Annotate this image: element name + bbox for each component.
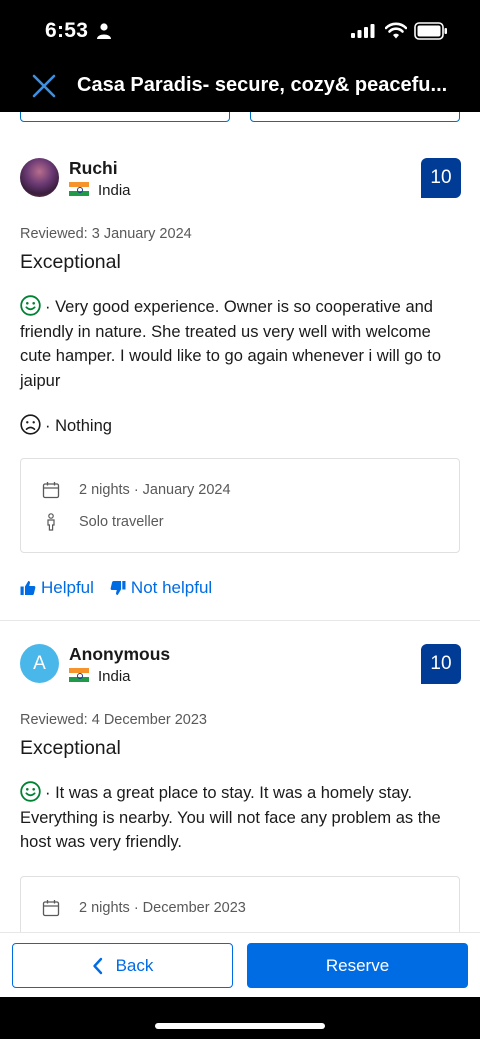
positive-comment-text: · Very good experience. Owner is so coop… [20, 298, 441, 390]
not-helpful-button[interactable]: Not helpful [110, 578, 212, 598]
stay-duration-text: 2 nights · December 2023 [79, 900, 246, 916]
positive-comment-text: · It was a great place to stay. It was a… [20, 784, 441, 851]
home-indicator[interactable] [155, 1023, 325, 1029]
india-flag-icon [69, 182, 89, 197]
traveller-type: Solo traveller [41, 512, 164, 532]
status-time: 6:53 [45, 19, 89, 42]
avatar: A [20, 644, 59, 683]
battery-icon [414, 22, 447, 40]
bottom-action-bar: Back Reserve [0, 932, 480, 997]
page-title: Casa Paradis- secure, cozy& peacefu... [77, 74, 448, 96]
stay-info-box: 2 nights · December 2023 [20, 876, 460, 932]
chevron-left-icon [92, 957, 102, 974]
previous-section-button-right[interactable] [250, 112, 460, 122]
reserve-button[interactable]: Reserve [247, 943, 468, 988]
review-divider [0, 620, 480, 621]
traveller-type-text: Solo traveller [79, 514, 164, 530]
reserve-label: Reserve [325, 955, 390, 975]
home-indicator-area [0, 997, 480, 1039]
stay-duration: 2 nights · December 2023 [41, 898, 246, 918]
review-score: 10 [421, 644, 461, 684]
thumbs-down-icon [110, 581, 126, 595]
stay-duration: 2 nights · January 2024 [41, 480, 231, 500]
positive-comment: · It was a great place to stay. It was a… [20, 781, 460, 855]
reviewer-name: Ruchi [69, 158, 118, 178]
reviews-list[interactable]: Ruchi India 10 Reviewed: 3 January 2024 … [0, 112, 480, 932]
smile-icon [20, 295, 41, 316]
positive-comment: · Very good experience. Owner is so coop… [20, 295, 460, 393]
review-title: Exceptional [20, 737, 121, 759]
not-helpful-label: Not helpful [130, 578, 213, 597]
signal-icon [351, 24, 375, 38]
status-bar: 6:53 [0, 0, 480, 62]
back-label: Back [115, 955, 154, 975]
back-button[interactable]: Back [12, 943, 233, 988]
stay-info-box: 2 nights · January 2024 Solo traveller [20, 458, 460, 553]
feedback-actions: Helpful Not helpful [20, 578, 212, 598]
calendar-icon [42, 900, 60, 917]
helpful-label: Helpful [41, 578, 94, 597]
review-score: 10 [421, 158, 461, 198]
avatar [20, 158, 59, 197]
wifi-icon [385, 22, 407, 39]
review-date: Reviewed: 3 January 2024 [20, 226, 192, 242]
review-title: Exceptional [20, 251, 121, 273]
negative-comment-text: · Nothing [45, 417, 112, 435]
frown-icon [20, 414, 41, 435]
reviewer-name: Anonymous [69, 644, 171, 664]
smile-icon [20, 781, 41, 802]
india-flag-icon [69, 668, 89, 683]
thumbs-up-icon [20, 581, 36, 595]
negative-comment: · Nothing [20, 414, 460, 439]
reviewer-country: India [98, 182, 131, 199]
helpful-button[interactable]: Helpful [20, 578, 94, 598]
person-icon [97, 23, 111, 39]
header: Casa Paradis- secure, cozy& peacefu... [0, 62, 480, 112]
stay-duration-text: 2 nights · January 2024 [79, 482, 231, 498]
review-date: Reviewed: 4 December 2023 [20, 712, 207, 728]
reviewer-country: India [98, 668, 131, 685]
close-icon[interactable] [30, 72, 58, 100]
calendar-icon [42, 482, 60, 499]
previous-section-button-left[interactable] [20, 112, 230, 122]
traveller-icon [47, 513, 55, 531]
